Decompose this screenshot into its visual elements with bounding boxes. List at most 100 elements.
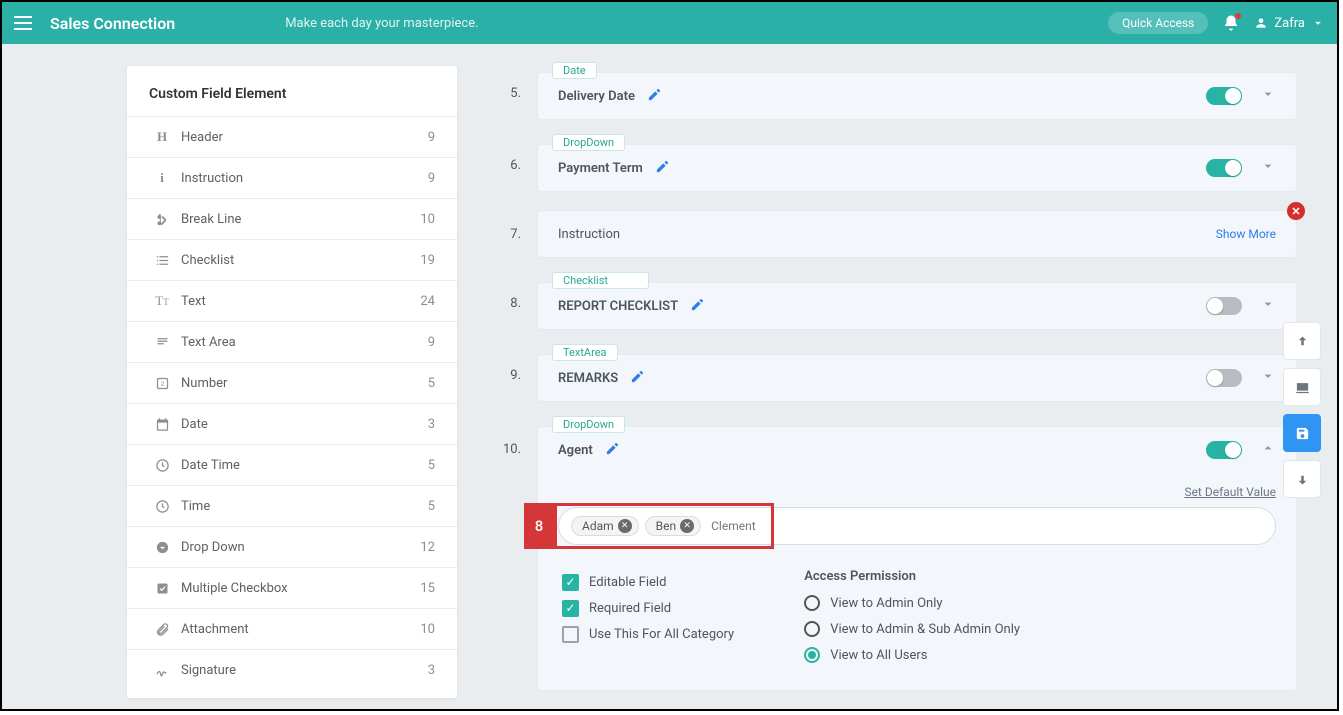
radio-label: View to All Users <box>830 648 927 663</box>
user-menu[interactable]: Zafra <box>1254 16 1325 31</box>
required-field-checkbox[interactable]: ✓ Required Field <box>562 595 734 621</box>
field-element-count: 24 <box>420 294 435 309</box>
row-number: 6. <box>497 158 521 173</box>
row-number: 5. <box>497 86 521 101</box>
chip-remove-icon[interactable]: ✕ <box>618 519 632 533</box>
chip-input-text[interactable]: Clement <box>711 519 756 533</box>
checkbox-icon: ✓ <box>562 600 579 617</box>
scissors-icon <box>149 212 175 227</box>
chevron-down-icon[interactable] <box>1260 296 1276 316</box>
chip-adam[interactable]: Adam ✕ <box>571 516 639 536</box>
field-element-label: Signature <box>181 663 428 678</box>
field-element-date-time[interactable]: Date Time5 <box>127 444 457 485</box>
set-default-link[interactable]: Set Default Value <box>558 485 1276 499</box>
chip-label: Adam <box>582 519 614 533</box>
signature-icon <box>149 663 175 678</box>
field-card-payment-term[interactable]: DropDown Payment Term <box>537 144 1297 192</box>
row-number: 9. <box>497 368 521 383</box>
field-element-count: 19 <box>420 253 435 268</box>
chevron-down-icon[interactable] <box>1260 86 1276 106</box>
chevron-down-icon <box>1311 16 1325 30</box>
field-element-label: Time <box>181 499 428 514</box>
chip-remove-icon[interactable]: ✕ <box>680 519 694 533</box>
pencil-icon[interactable] <box>690 297 705 316</box>
radio-icon <box>804 647 820 663</box>
enable-toggle[interactable] <box>1206 369 1242 387</box>
checkbox-label: Editable Field <box>589 575 666 590</box>
field-element-label: Multiple Checkbox <box>181 581 420 596</box>
pencil-icon[interactable] <box>605 441 620 460</box>
bell-icon[interactable] <box>1222 14 1240 32</box>
quick-access-button[interactable]: Quick Access <box>1108 12 1208 34</box>
field-type-tag: Date <box>552 62 597 79</box>
field-element-time[interactable]: Time5 <box>127 485 457 526</box>
field-element-label: Instruction <box>181 171 428 186</box>
row-number: 7. <box>497 227 521 242</box>
field-element-multiple-checkbox[interactable]: Multiple Checkbox15 <box>127 567 457 608</box>
field-element-signature[interactable]: Signature3 <box>127 649 457 690</box>
preview-button[interactable] <box>1283 368 1321 406</box>
field-element-date[interactable]: Date3 <box>127 403 457 444</box>
field-title: Agent <box>558 443 593 458</box>
chip-ben[interactable]: Ben ✕ <box>645 516 701 536</box>
field-element-header[interactable]: HHeader9 <box>127 116 457 157</box>
access-option-sub-admin[interactable]: View to Admin & Sub Admin Only <box>804 616 1020 642</box>
field-card-instruction[interactable]: ✕ Instruction Show More <box>537 210 1297 258</box>
textarea-icon <box>149 335 175 350</box>
access-option-admin-only[interactable]: View to Admin Only <box>804 590 1020 616</box>
calendar-icon <box>149 417 175 432</box>
pencil-icon[interactable] <box>647 87 662 106</box>
radio-icon <box>804 621 820 637</box>
enable-toggle[interactable] <box>1206 87 1242 105</box>
menu-icon[interactable] <box>14 12 36 34</box>
field-card-delivery-date[interactable]: Date Delivery Date <box>537 72 1297 120</box>
field-element-count: 15 <box>420 581 435 596</box>
checkbox-label: Required Field <box>589 601 671 616</box>
editable-field-checkbox[interactable]: ✓ Editable Field <box>562 569 734 595</box>
enable-toggle[interactable] <box>1206 159 1242 177</box>
field-element-panel: Custom Field Element HHeader9iInstructio… <box>127 66 457 698</box>
pencil-icon[interactable] <box>630 369 645 388</box>
user-name: Zafra <box>1274 16 1305 31</box>
field-element-checklist[interactable]: Checklist19 <box>127 239 457 280</box>
radio-label: View to Admin Only <box>830 596 942 611</box>
field-element-attachment[interactable]: Attachment10 <box>127 608 457 649</box>
move-up-button[interactable] <box>1283 322 1321 360</box>
field-title: Instruction <box>558 227 620 242</box>
access-option-all-users[interactable]: View to All Users <box>804 642 1020 668</box>
field-element-break-line[interactable]: Break Line10 <box>127 198 457 239</box>
checkbox-icon <box>562 626 579 643</box>
chevron-up-icon[interactable] <box>1260 440 1276 460</box>
enable-toggle[interactable] <box>1206 297 1242 315</box>
chevron-down-icon[interactable] <box>1260 158 1276 178</box>
close-icon[interactable]: ✕ <box>1287 202 1305 220</box>
enable-toggle[interactable] <box>1206 441 1242 459</box>
access-permission-column: Access Permission View to Admin Only Vie… <box>804 569 1020 668</box>
pencil-icon[interactable] <box>655 159 670 178</box>
field-element-drop-down[interactable]: Drop Down12 <box>127 526 457 567</box>
field-card-report-checklist[interactable]: Checklist REPORT CHECKLIST <box>537 282 1297 330</box>
field-element-count: 9 <box>428 335 435 350</box>
field-card-agent[interactable]: DropDown ✕ Agent Set Default Value 8 <box>537 426 1297 691</box>
tagline: Make each day your masterpiece. <box>285 16 478 31</box>
options-chip-input[interactable]: Adam ✕ Ben ✕ Clement <box>558 507 1276 545</box>
all-category-checkbox[interactable]: Use This For All Category <box>562 621 734 647</box>
show-more-link[interactable]: Show More <box>1216 227 1276 241</box>
field-card-remarks[interactable]: TextArea REMARKS <box>537 354 1297 402</box>
field-element-label: Date Time <box>181 458 428 473</box>
radio-icon <box>804 595 820 611</box>
field-element-text[interactable]: TTText24 <box>127 280 457 321</box>
field-type-tag: Checklist <box>552 272 649 289</box>
field-element-count: 5 <box>428 458 435 473</box>
field-element-label: Break Line <box>181 212 420 227</box>
field-element-text-area[interactable]: Text Area9 <box>127 321 457 362</box>
save-button[interactable] <box>1283 414 1321 452</box>
field-element-count: 3 <box>428 663 435 678</box>
field-element-number[interactable]: 2Number5 <box>127 362 457 403</box>
move-down-button[interactable] <box>1283 460 1321 498</box>
field-element-instruction[interactable]: iInstruction9 <box>127 157 457 198</box>
checkbox-icon <box>149 581 175 596</box>
access-permission-title: Access Permission <box>804 569 1020 584</box>
chevron-down-icon[interactable] <box>1260 368 1276 388</box>
brand-title: Sales Connection <box>50 14 175 33</box>
